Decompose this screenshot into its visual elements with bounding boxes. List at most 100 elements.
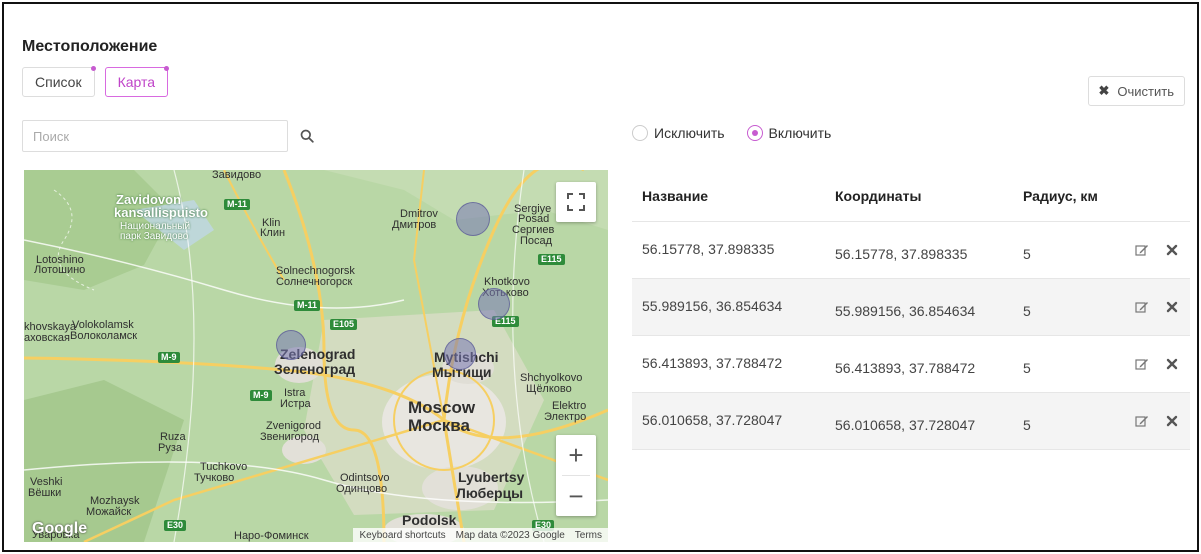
- delete-icon[interactable]: [1164, 413, 1180, 429]
- tab-list[interactable]: Список: [22, 66, 96, 97]
- radio-exclude-label: Исключить: [654, 125, 725, 141]
- clear-button[interactable]: ✖ Очистить: [1087, 76, 1185, 106]
- map-label: Тучково: [194, 472, 235, 484]
- map-label: Люберцы: [456, 485, 524, 501]
- road-shield: M-9: [250, 390, 272, 401]
- map-label: Podolsk: [402, 512, 457, 528]
- cell-name: 55.989156, 36.854634: [642, 298, 783, 314]
- map-data-text: Map data ©2023 Google: [455, 529, 565, 541]
- cell-coords: 55.989156, 36.854634: [835, 303, 976, 319]
- map-label: Дмитров: [392, 219, 437, 231]
- view-tabs: Список Карта: [22, 66, 170, 97]
- table-header: Название Координаты Радиус, км: [632, 170, 1190, 222]
- delete-icon[interactable]: [1164, 356, 1180, 372]
- search-button[interactable]: [294, 122, 320, 150]
- location-marker[interactable]: [276, 330, 306, 360]
- table-row: 56.15778, 37.898335 56.15778, 37.898335 …: [632, 222, 1190, 279]
- location-panel: Местоположение Список Карта ✖ Очистить И…: [2, 2, 1199, 552]
- search-icon: [300, 129, 314, 143]
- fullscreen-icon: [567, 193, 585, 211]
- keyboard-shortcuts-link[interactable]: Keyboard shortcuts: [359, 530, 445, 541]
- map-label: Клин: [260, 227, 286, 239]
- row-actions: [1104, 242, 1190, 258]
- radio-exclude[interactable]: Исключить: [632, 125, 725, 141]
- page-title: Местоположение: [22, 38, 158, 55]
- map-label: Волоколамск: [70, 330, 138, 342]
- map-label: Наро-Фоминск: [234, 530, 309, 542]
- radio-include[interactable]: Включить: [746, 125, 832, 141]
- radio-circle: [632, 125, 648, 141]
- location-marker[interactable]: [444, 338, 476, 370]
- radio-circle: [746, 125, 763, 141]
- edit-icon[interactable]: [1134, 356, 1150, 372]
- row-actions: [1104, 356, 1190, 372]
- map-label: Lyubertsy: [458, 469, 525, 485]
- location-marker[interactable]: [478, 288, 510, 320]
- map-label: Лотошино: [34, 264, 86, 276]
- map-label: Щёлково: [526, 383, 572, 395]
- map-label: Вёшки: [28, 487, 62, 499]
- zoom-in-button[interactable]: +: [556, 435, 596, 475]
- row-actions: [1104, 299, 1190, 315]
- header-name: Название: [642, 187, 709, 204]
- map-label: аховская: [24, 332, 70, 344]
- road-shield: E115: [538, 254, 565, 265]
- map-label: Moscow: [408, 398, 476, 417]
- tab-indicator-dot: [164, 66, 170, 71]
- cell-coords: 56.010658, 37.728047: [835, 417, 976, 433]
- road-shield: M-11: [294, 300, 321, 311]
- clear-button-label: Очистить: [1117, 83, 1174, 99]
- delete-icon[interactable]: [1164, 299, 1180, 315]
- table-row: 56.413893, 37.788472 56.413893, 37.78847…: [632, 336, 1190, 393]
- map-label: Завидово: [212, 170, 262, 181]
- tab-indicator-dot: [90, 66, 96, 71]
- cell-radius: 5: [1023, 303, 1031, 319]
- delete-icon[interactable]: [1164, 242, 1180, 258]
- table-row: 56.010658, 37.728047 56.010658, 37.72804…: [632, 393, 1190, 450]
- cell-radius: 5: [1023, 417, 1031, 433]
- map-label: парк Завидово: [120, 231, 189, 242]
- map-label: Электро: [544, 411, 587, 423]
- table-row: 55.989156, 36.854634 55.989156, 36.85463…: [632, 279, 1190, 336]
- map-label: Посад: [520, 235, 553, 247]
- map-label: Звенигород: [260, 431, 320, 443]
- map-label: Солнечногорск: [276, 276, 353, 288]
- locations-table: Название Координаты Радиус, км 56.15778,…: [632, 170, 1190, 450]
- tab-map[interactable]: Карта: [104, 66, 170, 97]
- location-marker[interactable]: [456, 202, 490, 236]
- edit-icon[interactable]: [1134, 413, 1150, 429]
- map-label: Можайск: [86, 506, 132, 518]
- map-label: Истра: [280, 398, 311, 410]
- cell-coords: 56.413893, 37.788472: [835, 360, 976, 376]
- zoom-control: + −: [556, 435, 596, 516]
- fullscreen-button[interactable]: [556, 182, 596, 222]
- radio-include-label: Включить: [768, 125, 832, 141]
- map-attribution: Keyboard shortcuts Map data ©2023 Google…: [353, 528, 608, 542]
- map-label: Одинцово: [336, 483, 388, 495]
- google-logo: Google: [32, 520, 88, 537]
- minus-icon: −: [568, 480, 584, 511]
- cell-name: 56.413893, 37.788472: [642, 355, 783, 371]
- map-label: Зеленоград: [274, 361, 356, 377]
- cell-radius: 5: [1023, 246, 1031, 262]
- tab-map-label: Карта: [117, 74, 156, 90]
- map-label: Москва: [408, 416, 470, 435]
- zoom-out-button[interactable]: −: [556, 476, 596, 516]
- map[interactable]: Завидово Zavidovon kansallispuisto Нацио…: [24, 170, 608, 542]
- search-input[interactable]: [22, 120, 288, 152]
- edit-icon[interactable]: [1134, 299, 1150, 315]
- map-label: kansallispuisto: [114, 205, 208, 220]
- cell-name: 56.010658, 37.728047: [642, 412, 783, 428]
- header-radius: Радиус, км: [1023, 187, 1098, 204]
- map-label: Руза: [158, 442, 182, 454]
- close-icon: ✖: [1098, 83, 1110, 98]
- edit-icon[interactable]: [1134, 242, 1150, 258]
- cell-radius: 5: [1023, 360, 1031, 376]
- terms-link[interactable]: Terms: [575, 530, 602, 541]
- cell-name: 56.15778, 37.898335: [642, 241, 775, 257]
- road-shield: E30: [164, 520, 187, 531]
- road-shield: M-11: [224, 199, 251, 210]
- road-shield: E105: [330, 319, 358, 330]
- row-actions: [1104, 413, 1190, 429]
- tab-list-label: Список: [35, 74, 82, 90]
